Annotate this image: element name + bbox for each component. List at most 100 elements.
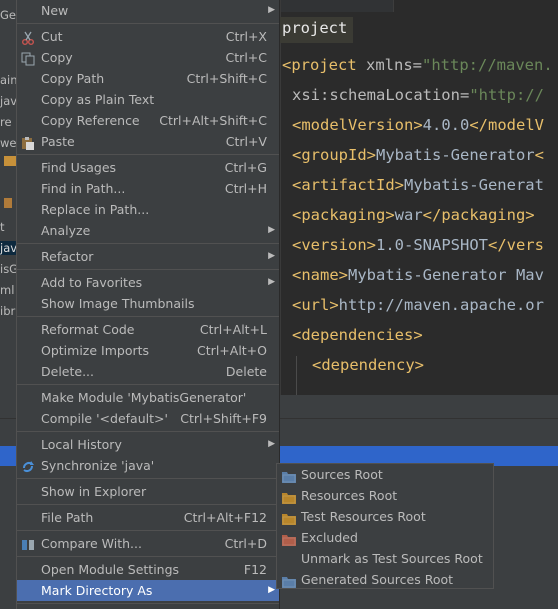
menu-item-show-image-thumbnails[interactable]: Show Image Thumbnails	[17, 293, 279, 314]
code-line: <url>http://maven.apache.or	[292, 296, 544, 314]
menu-item-paste[interactable]: Paste Ctrl+V	[17, 131, 279, 152]
submenu-arrow-icon: ▶	[268, 439, 275, 449]
xml-editor[interactable]: project <project xmlns="http://maven. xsi…	[280, 0, 558, 395]
menu-item-shortcut: Ctrl+G	[224, 160, 267, 175]
menu-item-copy-reference[interactable]: Copy Reference Ctrl+Alt+Shift+C	[17, 110, 279, 131]
menu-item-shortcut: Ctrl+V	[225, 134, 267, 149]
code-token: <dependencies>	[292, 326, 423, 344]
menu-item-label: Make Module 'MybatisGenerator'	[41, 390, 247, 405]
menu-item-shortcut: Ctrl+D	[224, 536, 267, 551]
excluded-folder-icon	[282, 531, 296, 546]
code-line: <version>1.0-SNAPSHOT</vers	[292, 236, 544, 254]
menu-item-optimize-imports[interactable]: Optimize Imports Ctrl+Alt+O	[17, 340, 279, 361]
menu-item-mark-directory-as[interactable]: Mark Directory As ▶	[17, 580, 279, 601]
project-tree-row[interactable]: re	[0, 115, 12, 129]
menu-item-shortcut: Ctrl+Alt+F12	[183, 510, 267, 525]
menu-item-compare-with[interactable]: Compare With... Ctrl+D	[17, 533, 279, 554]
submenu-item-generated-sources-root[interactable]: Generated Sources Root	[277, 569, 493, 590]
menu-item-shortcut: Ctrl+Alt+O	[197, 343, 267, 358]
menu-item-label: Find Usages	[41, 160, 117, 175]
menu-item-label: Find in Path...	[41, 181, 126, 196]
code-line: <dependency>	[312, 356, 424, 374]
project-tree-row[interactable]: t	[0, 220, 5, 234]
menu-item-new[interactable]: New ▶	[17, 0, 279, 21]
submenu-item-sources-root[interactable]: Sources Root	[277, 464, 493, 485]
menu-item-label: Analyze	[41, 223, 91, 238]
menu-item-replace-in-path[interactable]: Replace in Path...	[17, 199, 279, 220]
code-token: </vers	[487, 236, 544, 254]
code-token: project	[291, 56, 366, 74]
submenu-arrow-icon: ▶	[268, 251, 275, 261]
submenu-item-label: Sources Root	[301, 467, 383, 482]
menu-item-label: Show Image Thumbnails	[41, 296, 195, 311]
code-token: <dependency>	[312, 356, 424, 374]
menu-item-reformat-code[interactable]: Reformat Code Ctrl+Alt+L	[17, 319, 279, 340]
sources-root-folder-icon	[282, 468, 296, 483]
project-tree-row[interactable]: ain	[0, 73, 18, 87]
submenu-item-resources-root[interactable]: Resources Root	[277, 485, 493, 506]
project-tree-row[interactable]: ibr	[0, 304, 15, 318]
menu-separator	[17, 478, 279, 479]
menu-item-label: Synchronize 'java'	[41, 458, 155, 473]
menu-item-label: Cut	[41, 29, 63, 44]
submenu-item-unmark-as-test-sources-root[interactable]: Unmark as Test Sources Root	[277, 548, 493, 569]
menu-separator	[17, 530, 279, 531]
menu-separator	[17, 269, 279, 270]
menu-item-label: Delete...	[41, 364, 94, 379]
menu-item-shortcut: Ctrl+Alt+L	[199, 322, 267, 337]
code-line: <project xmlns="http://maven.	[282, 56, 553, 74]
code-token: <name>	[292, 266, 348, 284]
code-line: <dependencies>	[292, 326, 423, 344]
compare-icon	[21, 537, 35, 551]
resources-root-folder-icon	[282, 489, 296, 504]
generated-sources-root-folder-icon	[282, 573, 296, 588]
project-tree-row[interactable]: ml	[0, 283, 14, 297]
menu-item-refactor[interactable]: Refactor ▶	[17, 246, 279, 267]
menu-item-delete[interactable]: Delete... Delete	[17, 361, 279, 382]
menu-item-synchronize-java[interactable]: Synchronize 'java'	[17, 455, 279, 476]
menu-item-local-history[interactable]: Local History ▶	[17, 434, 279, 455]
code-token: <groupId>	[292, 146, 376, 164]
menu-item-copy-as-plain-text[interactable]: Copy as Plain Text	[17, 89, 279, 110]
project-tree-row[interactable]: jav	[0, 94, 17, 108]
menu-item-label: Replace in Path...	[41, 202, 150, 217]
menu-item-label: Local History	[41, 437, 122, 452]
submenu-item-excluded[interactable]: Excluded	[277, 527, 493, 548]
menu-item-open-module-settings[interactable]: Open Module Settings F12	[17, 559, 279, 580]
submenu-item-label: Resources Root	[301, 488, 398, 503]
code-token: xsi:schemaLocation=	[292, 86, 470, 104]
menu-item-label: Mark Directory As	[41, 583, 153, 598]
menu-item-copy[interactable]: Copy Ctrl+C	[17, 47, 279, 68]
menu-item-file-path[interactable]: File Path Ctrl+Alt+F12	[17, 507, 279, 528]
menu-item-cut[interactable]: Cut Ctrl+X	[17, 26, 279, 47]
menu-item-label: Copy Path	[41, 71, 105, 86]
code-line: <packaging>war</packaging>	[292, 206, 535, 224]
menu-separator	[17, 504, 279, 505]
code-token: </modelV	[469, 116, 544, 134]
menu-separator	[17, 603, 279, 604]
menu-item-label: Add to Favorites	[41, 275, 143, 290]
menu-item-find-usages[interactable]: Find Usages Ctrl+G	[17, 157, 279, 178]
menu-item-analyze[interactable]: Analyze ▶	[17, 220, 279, 241]
code-line: <modelVersion>4.0.0</modelV	[292, 116, 544, 134]
code-token: http://maven.apache.or	[338, 296, 544, 314]
sync-icon	[21, 459, 35, 473]
menu-item-add-to-favorites[interactable]: Add to Favorites ▶	[17, 272, 279, 293]
menu-item-label: Refactor	[41, 249, 94, 264]
code-token: "http://	[469, 86, 544, 104]
paste-icon	[21, 135, 35, 150]
menu-item-find-in-path[interactable]: Find in Path... Ctrl+H	[17, 178, 279, 199]
editor-breadcrumb[interactable]: project	[280, 17, 354, 43]
editor-tab-strip	[280, 0, 558, 12]
test-resources-root-folder-icon	[282, 510, 296, 525]
menu-item-show-in-explorer[interactable]: Show in Explorer	[17, 481, 279, 502]
menu-item-label: Optimize Imports	[41, 343, 150, 358]
menu-item-make-module-mybatisgenerator[interactable]: Make Module 'MybatisGenerator'	[17, 387, 279, 408]
project-tree-row[interactable]: we	[0, 136, 16, 150]
submenu-item-test-resources-root[interactable]: Test Resources Root	[277, 506, 493, 527]
menu-item-label: Copy	[41, 50, 73, 65]
code-token: <	[534, 146, 544, 164]
menu-item-compile-default[interactable]: Compile '<default>' Ctrl+Shift+F9	[17, 408, 279, 429]
submenu-arrow-icon: ▶	[268, 277, 275, 287]
menu-item-copy-path[interactable]: Copy Path Ctrl+Shift+C	[17, 68, 279, 89]
